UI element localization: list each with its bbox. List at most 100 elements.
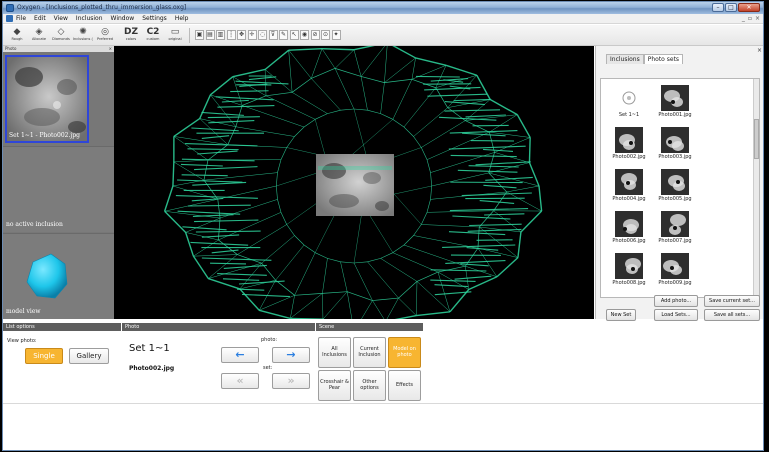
toolbar-separator (189, 28, 190, 43)
3d-viewport[interactable] (114, 46, 594, 319)
scrollbar-thumb[interactable] (754, 119, 759, 159)
double-right-icon: » (287, 374, 295, 387)
gallery-photo-item[interactable]: Photo007.jpg (653, 211, 697, 244)
mdi-controls: _ ▫ × (742, 15, 760, 22)
photo-sets-gallery: Set 1~1 Photo001.jpg Photo002.jpg Photo003.… (600, 78, 760, 298)
menu-view[interactable]: View (54, 15, 68, 22)
model-on-photo-button[interactable]: Model on photo (388, 337, 421, 368)
next-set-button[interactable]: » (272, 373, 310, 389)
double-left-icon: « (236, 374, 244, 387)
zoom-in-icon[interactable]: ⊙ (321, 30, 330, 40)
photo-nav-label: photo: (261, 337, 278, 343)
toolbar-preferred-button[interactable]: ◎ Preferred (95, 27, 115, 44)
current-inclusion-button[interactable]: Current Inclusion (353, 337, 386, 368)
pointer-icon[interactable]: ↖ (289, 30, 299, 40)
gallery-photo-item[interactable]: Photo003.jpg (653, 127, 697, 160)
rough-diamond-icon: ◆ (13, 27, 21, 37)
other-options-button[interactable]: Other options (353, 370, 386, 401)
save-current-set-button[interactable]: Save current set... (704, 295, 760, 307)
move-icon[interactable]: ✥ (237, 30, 246, 40)
prev-photo-button[interactable]: ← (221, 347, 259, 363)
menu-items: File Edit View Inclusion Window Settings… (16, 15, 189, 22)
mdi-close-button[interactable]: × (755, 15, 760, 22)
edit-icon[interactable]: ✎ (279, 30, 288, 40)
rotate-icon[interactable]: ◌ (258, 30, 267, 40)
prev-set-button[interactable]: « (221, 373, 259, 389)
photo-thumbnail (661, 253, 689, 279)
star-icon[interactable]: ✦ (331, 30, 341, 40)
gallery-photo-item[interactable]: Photo002.jpg (607, 127, 651, 160)
photo-filename: Photo002.jpg (129, 365, 175, 372)
load-sets-button[interactable]: Load Sets... (654, 309, 698, 321)
next-photo-button[interactable]: → (272, 347, 310, 363)
arrow-left-icon: ← (235, 348, 245, 361)
maximize-button[interactable]: □ (725, 3, 737, 12)
bottom-controls: List options Photo Scene View photo: Sin… (3, 323, 763, 450)
gallery-photo-item[interactable]: Photo004.jpg (607, 169, 651, 202)
minimize-button[interactable]: – (712, 3, 724, 12)
save-all-sets-button[interactable]: Save all sets... (704, 309, 760, 321)
view-photo-label: View photo: (7, 338, 37, 344)
view-1-icon[interactable]: ▣ (195, 30, 204, 40)
tab-inclusions[interactable]: Inclusions (606, 54, 644, 64)
toolbar-rough-button[interactable]: ◆ Rough (7, 27, 27, 44)
app-icon (6, 4, 14, 12)
gallery-photo-item[interactable]: Photo001.jpg (653, 85, 697, 118)
tab-photo-sets[interactable]: Photo sets (643, 54, 684, 64)
right-panel: × Inclusions Photo sets Set 1~1 Photo001.… (595, 46, 763, 321)
menu-window[interactable]: Window (111, 15, 135, 22)
target-icon[interactable]: ◉ (300, 30, 309, 40)
toolbar-dz-colors-button[interactable]: DZ colors (121, 27, 141, 44)
gallery-photo-item[interactable]: Photo009.jpg (653, 253, 697, 286)
photo-set-title: Set 1~1 (129, 343, 170, 354)
left-panel-header: Photo × (3, 46, 114, 52)
left-panel-close-icon[interactable]: × (109, 46, 112, 51)
all-inclusions-button[interactable]: All Inclusions (318, 337, 351, 368)
preferred-icon: ◎ (101, 27, 109, 37)
toolbar-original-button[interactable]: ▭ original (165, 27, 185, 44)
model-view-caption: model view (6, 308, 41, 315)
new-set-button[interactable]: New Set (606, 309, 636, 321)
view-2-icon[interactable]: ▤ (205, 30, 215, 40)
add-photo-button[interactable]: Add photo... (654, 295, 698, 307)
menu-help[interactable]: Help (175, 15, 189, 22)
gallery-item-label: Photo008.jpg (612, 280, 646, 286)
toolbar-allocate-button[interactable]: ◈ Allocate (29, 27, 49, 44)
menu-settings[interactable]: Settings (142, 15, 167, 22)
gallery-photo-item[interactable]: Photo006.jpg (607, 211, 651, 244)
toolbar-original-label: original (168, 37, 182, 41)
zoom-out-icon[interactable]: ⊘ (310, 30, 320, 40)
gallery-photo-item[interactable]: Photo008.jpg (607, 253, 651, 286)
menu-file[interactable]: File (16, 15, 26, 22)
effects-button[interactable]: Effects (388, 370, 421, 401)
right-panel-close-icon[interactable]: × (757, 47, 762, 54)
close-button[interactable]: ✕ (738, 3, 760, 12)
model-view[interactable]: model view (3, 233, 114, 319)
filter-icon[interactable]: ⊽ (268, 30, 278, 40)
pan-icon[interactable]: ✛ (247, 30, 257, 40)
gallery-item-label: Set 1~1 (618, 112, 640, 118)
menu-edit[interactable]: Edit (34, 15, 46, 22)
single-view-button[interactable]: Single (25, 348, 63, 364)
gallery-scrollbar[interactable] (753, 79, 759, 297)
toolbar-inclusions-button[interactable]: ✺ Inclusions (Quicklist) (73, 27, 93, 44)
toolbar-rough-label: Rough (11, 37, 23, 41)
gallery-photo-item[interactable]: Photo005.jpg (653, 169, 697, 202)
menu-bar: File Edit View Inclusion Window Settings… (3, 14, 763, 24)
gallery-item-label: Photo004.jpg (612, 196, 646, 202)
list-options-header: List options (3, 323, 121, 331)
toolbar-c2-custom-button[interactable]: C2 custom (143, 27, 163, 44)
toolbar-preferred-label: Preferred (96, 37, 114, 41)
window-controls: – □ ✕ (712, 3, 760, 12)
menu-inclusion[interactable]: Inclusion (76, 15, 103, 22)
current-photo-thumbnail[interactable]: Set 1~1 - Photo002.jpg (5, 55, 89, 143)
gallery-view-button[interactable]: Gallery (69, 348, 109, 364)
view-3-icon[interactable]: ▥ (216, 30, 225, 40)
mdi-restore-button[interactable]: ▫ (748, 15, 752, 22)
gallery-set-item[interactable]: Set 1~1 (607, 85, 651, 118)
toolbar-diamonds-button[interactable]: ◇ Diamonds (51, 27, 71, 44)
split-icon[interactable]: ┆ (226, 30, 236, 40)
mdi-minimize-button[interactable]: _ (742, 15, 745, 22)
toolbar: ◆ Rough ◈ Allocate ◇ Diamonds ✺ Inclusio… (3, 25, 763, 46)
crosshair-pear-button[interactable]: Crosshair & Pear (318, 370, 351, 401)
